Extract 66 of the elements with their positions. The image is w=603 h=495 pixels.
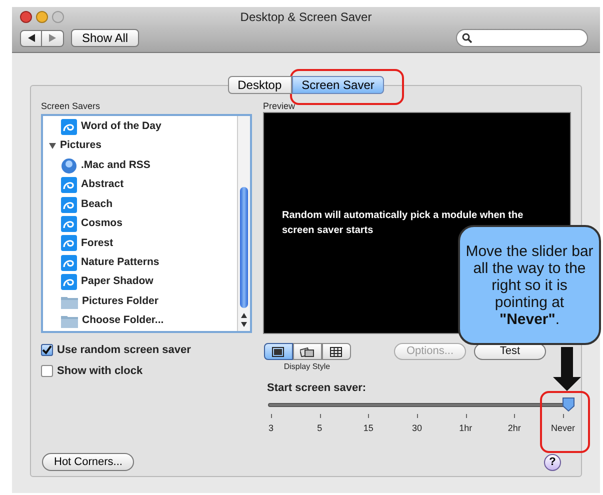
slider-thumb[interactable] xyxy=(562,397,575,412)
list-heading: Screen Savers xyxy=(41,100,102,112)
list-group-label[interactable]: Pictures xyxy=(60,138,102,154)
highlight-outline xyxy=(540,391,590,453)
close-button[interactable] xyxy=(20,11,32,23)
checkbox-label: Show with clock xyxy=(57,364,143,378)
forward-button[interactable] xyxy=(42,30,64,46)
list-item[interactable]: Abstract xyxy=(81,177,124,193)
list-item[interactable]: Word of the Day xyxy=(81,118,162,135)
preview-heading: Preview xyxy=(263,100,296,112)
slider-label: Start screen saver: xyxy=(267,381,368,395)
hot-corners-button[interactable]: Hot Corners... xyxy=(42,453,134,471)
search-icon xyxy=(462,33,472,43)
right-triangle-icon xyxy=(49,34,56,42)
display-style-option[interactable] xyxy=(322,343,350,360)
tick-label: Never xyxy=(551,423,575,434)
swirl-icon xyxy=(61,235,77,252)
disclosure-triangle-icon[interactable] xyxy=(49,143,56,150)
checkbox-label: Use random screen saver xyxy=(57,343,191,358)
scroll-thumb[interactable] xyxy=(240,187,248,308)
tab[interactable]: Desktop xyxy=(228,76,292,94)
list-item[interactable]: Beach xyxy=(81,196,113,212)
down-arrow-icon[interactable] xyxy=(241,322,247,327)
list-item[interactable]: Cosmos xyxy=(81,216,122,232)
grid-icon xyxy=(330,346,342,356)
help-button[interactable]: ? xyxy=(544,454,561,470)
down-arrow-icon xyxy=(553,347,581,391)
window-title: Desktop & Screen Saver xyxy=(240,9,372,26)
swirl-icon xyxy=(61,177,77,194)
list-item[interactable]: Forest xyxy=(81,236,114,252)
tick-label: 5 xyxy=(317,423,322,434)
swirl-icon xyxy=(61,216,77,232)
swirl-icon xyxy=(61,196,77,213)
back-button[interactable] xyxy=(20,30,42,46)
swirl-icon xyxy=(61,274,77,290)
folder-icon xyxy=(61,314,78,328)
left-triangle-icon xyxy=(28,34,34,42)
screen-icon xyxy=(272,346,284,356)
minimize-button[interactable] xyxy=(36,11,48,23)
list-item[interactable]: .Mac and RSS xyxy=(81,158,150,174)
tick-label: 30 xyxy=(412,423,422,434)
swirl-icon xyxy=(61,118,77,135)
tick-label: 1hr xyxy=(459,423,472,434)
tick-label: 15 xyxy=(363,423,374,434)
tick-label: 3 xyxy=(268,423,274,434)
checkbox[interactable] xyxy=(41,364,53,377)
scroll-bar[interactable] xyxy=(237,116,250,331)
tick-label: 2hr xyxy=(508,423,521,434)
swirl-icon xyxy=(61,254,77,271)
folder-icon xyxy=(61,294,78,309)
list-item[interactable]: Choose Folder... xyxy=(82,313,164,330)
display-style-label: Display Style xyxy=(284,361,330,373)
pictures-icon xyxy=(300,346,314,356)
slider-track[interactable] xyxy=(267,397,574,412)
display-style-option[interactable] xyxy=(264,343,292,360)
show-all-button[interactable]: Show All xyxy=(71,29,140,47)
tab[interactable]: Screen Saver xyxy=(292,76,384,94)
callout-bubble: Move the slider bar all the way to the right so it is pointing at "Never". xyxy=(458,225,601,345)
list-item[interactable]: Paper Shadow xyxy=(81,274,154,290)
list-item[interactable]: Pictures Folder xyxy=(82,294,158,310)
checkbox[interactable] xyxy=(41,344,53,356)
display-style-option[interactable] xyxy=(292,343,322,360)
search-field[interactable] xyxy=(456,29,588,47)
up-arrow-icon[interactable] xyxy=(241,313,247,318)
globe-icon xyxy=(61,158,77,174)
list-item[interactable]: Nature Patterns xyxy=(81,255,160,271)
